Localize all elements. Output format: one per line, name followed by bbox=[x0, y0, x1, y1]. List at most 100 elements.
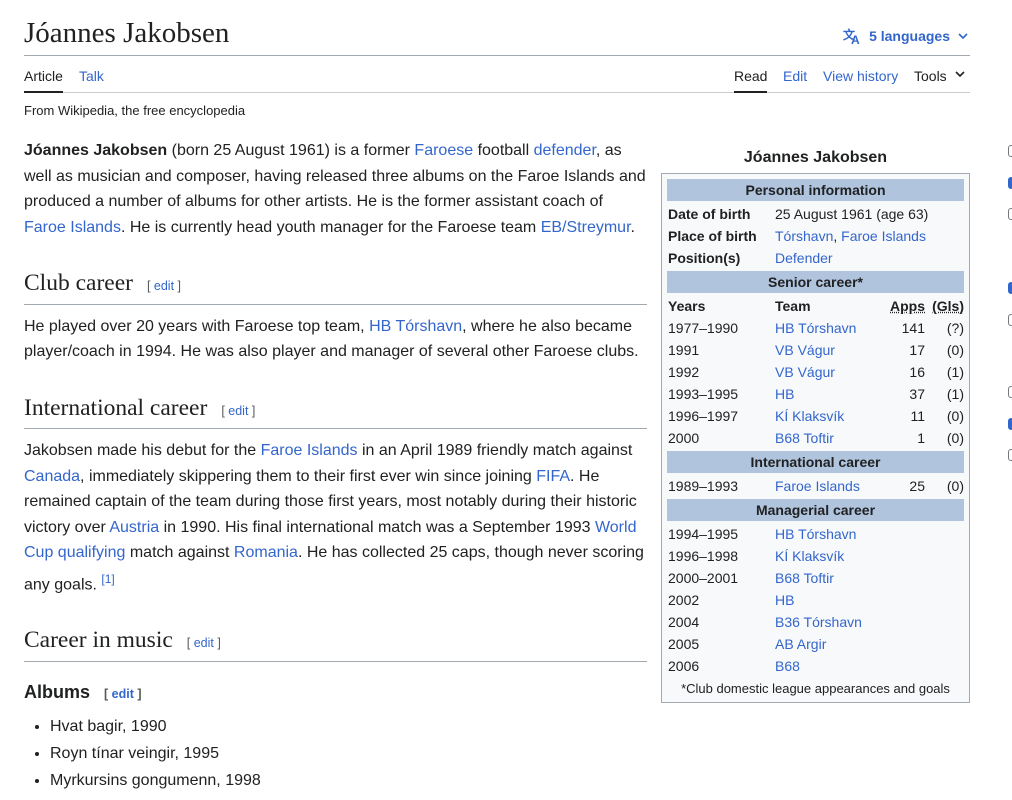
section-heading-international-career: International career [ edit ] bbox=[24, 394, 647, 429]
team-link[interactable]: B68 Toftir bbox=[775, 570, 834, 586]
list-item: Myrkursins gongumenn, 1998 bbox=[50, 767, 647, 794]
link-faroe-islands[interactable]: Faroe Islands bbox=[24, 219, 121, 236]
team-link[interactable]: B36 Tórshavn bbox=[775, 614, 862, 630]
apps: 37 bbox=[909, 386, 925, 402]
career-row: 1996–1997 KÍ Klaksvík 11 (0) bbox=[667, 405, 964, 427]
list-item: Hvat bagir, 1990 bbox=[50, 713, 647, 740]
career-row: 2005 AB Argir bbox=[667, 633, 964, 655]
text: . bbox=[630, 218, 635, 236]
link-faroese[interactable]: Faroese bbox=[414, 142, 473, 159]
years: 1996–1997 bbox=[668, 408, 739, 424]
section-edit: [ edit ] bbox=[186, 636, 221, 651]
team-link[interactable]: HB Tórshavn bbox=[775, 320, 856, 336]
years: 2005 bbox=[668, 636, 700, 652]
tab-read[interactable]: Read bbox=[734, 67, 768, 93]
career-row: 2004 B36 Tórshavn bbox=[667, 611, 964, 633]
team-link[interactable]: KÍ Klaksvík bbox=[775, 408, 844, 424]
tab-edit[interactable]: Edit bbox=[783, 67, 807, 91]
tools-menu[interactable]: Tools bbox=[914, 67, 967, 91]
tab-article[interactable]: Article bbox=[24, 67, 63, 93]
col-gls[interactable]: (Gls) bbox=[925, 295, 964, 317]
link-eb-streymur[interactable]: EB/Streymur bbox=[541, 219, 631, 236]
years: 2000–2001 bbox=[668, 570, 739, 586]
team-cell: B68 Toftir bbox=[775, 567, 885, 589]
radio-icon[interactable] bbox=[1008, 449, 1012, 461]
chevron-down-icon bbox=[956, 29, 970, 43]
section-edit: [ edit ] bbox=[104, 686, 142, 701]
section-heading-club-career: Club career [ edit ] bbox=[24, 270, 647, 305]
link-austria[interactable]: Austria bbox=[109, 519, 159, 536]
goals: (0) bbox=[946, 478, 964, 494]
link-defender[interactable]: Defender bbox=[775, 250, 833, 266]
years: 2002 bbox=[668, 592, 700, 608]
languages-button[interactable]: 文A 5 languages bbox=[843, 24, 970, 48]
years: 1977–1990 bbox=[668, 320, 739, 336]
team-link[interactable]: VB Vágur bbox=[775, 364, 835, 380]
radio-icon[interactable] bbox=[1008, 177, 1012, 189]
team-link[interactable]: HB bbox=[775, 592, 794, 608]
link-romania[interactable]: Romania bbox=[234, 544, 298, 561]
separator: , bbox=[833, 228, 842, 244]
goals: (0) bbox=[946, 342, 964, 358]
link-fifa[interactable]: FIFA bbox=[536, 468, 570, 485]
radio-icon[interactable] bbox=[1008, 314, 1012, 326]
edit-link[interactable]: edit bbox=[112, 687, 134, 701]
team-cell: HB bbox=[775, 383, 885, 405]
title-bar: Jóannes Jakobsen 文A 5 languages bbox=[24, 0, 970, 56]
radio-icon[interactable] bbox=[1008, 386, 1012, 398]
edit-link[interactable]: edit bbox=[228, 404, 248, 418]
link-hb-torshavn[interactable]: HB Tórshavn bbox=[369, 318, 462, 335]
team-cell: AB Argir bbox=[775, 633, 885, 655]
edit-link[interactable]: edit bbox=[154, 279, 174, 293]
link-faroe-islands[interactable]: Faroe Islands bbox=[841, 228, 926, 244]
goals: (0) bbox=[946, 430, 964, 446]
team-link[interactable]: B68 Toftir bbox=[775, 430, 834, 446]
radio-icon[interactable] bbox=[1008, 282, 1012, 294]
team-link[interactable]: KÍ Klaksvík bbox=[775, 548, 844, 564]
apps: 25 bbox=[909, 478, 925, 494]
tab-talk[interactable]: Talk bbox=[79, 67, 104, 91]
radio-icon[interactable] bbox=[1008, 208, 1012, 220]
team-cell: KÍ Klaksvík bbox=[775, 405, 885, 427]
team-cell: Faroe Islands bbox=[775, 475, 885, 497]
tools-label: Tools bbox=[914, 68, 947, 84]
senior-career-rows: 1977–1990 HB Tórshavn 141 (?) 1991 VB Vágur 17… bbox=[667, 317, 964, 449]
link-faroe-islands[interactable]: Faroe Islands bbox=[261, 442, 358, 459]
managerial-career-rows: 1994–1995 HB Tórshavn 1996–1998 KÍ Klaksvík… bbox=[667, 523, 964, 677]
team-link[interactable]: HB Tórshavn bbox=[775, 526, 856, 542]
team-link[interactable]: VB Vágur bbox=[775, 342, 835, 358]
years: 1996–1998 bbox=[668, 548, 739, 564]
apps: 16 bbox=[909, 364, 925, 380]
heading-text: International career bbox=[24, 394, 208, 421]
career-row: 1993–1995 HB 37 (1) bbox=[667, 383, 964, 405]
page-tabs: Article Talk Read Edit View history Tool… bbox=[24, 56, 970, 93]
translate-icon: 文A bbox=[843, 27, 863, 45]
radio-icon[interactable] bbox=[1008, 418, 1012, 430]
infobox: Personal information Date of birth 25 Au… bbox=[661, 173, 970, 703]
infobox-footnote: *Club domestic league appearances and go… bbox=[681, 681, 950, 696]
team-cell: B68 Toftir bbox=[775, 427, 885, 449]
tab-view-history[interactable]: View history bbox=[823, 67, 898, 91]
value: Tórshavn, Faroe Islands bbox=[775, 225, 964, 247]
infobox-row-position: Position(s) Defender bbox=[667, 247, 964, 269]
reference-link[interactable]: [1] bbox=[101, 572, 114, 586]
team-cell: B68 bbox=[775, 655, 885, 677]
link-defender[interactable]: defender bbox=[534, 142, 596, 159]
apps: 141 bbox=[901, 320, 925, 336]
team-link[interactable]: Faroe Islands bbox=[775, 478, 860, 494]
label: Position(s) bbox=[668, 250, 741, 266]
infobox-section-senior: Senior career* bbox=[667, 271, 964, 293]
section-edit: [ edit ] bbox=[221, 403, 256, 418]
link-canada[interactable]: Canada bbox=[24, 468, 80, 485]
team-link[interactable]: HB bbox=[775, 386, 794, 402]
team-link[interactable]: AB Argir bbox=[775, 636, 826, 652]
edit-link[interactable]: edit bbox=[194, 636, 214, 650]
link-torshavn[interactable]: Tórshavn bbox=[775, 228, 833, 244]
col-apps[interactable]: Apps bbox=[885, 295, 925, 317]
career-row: 2000 B68 Toftir 1 (0) bbox=[667, 427, 964, 449]
apps: 1 bbox=[917, 430, 925, 446]
list-item: Royn tínar veingir, 1995 bbox=[50, 740, 647, 767]
team-link[interactable]: B68 bbox=[775, 658, 800, 674]
site-subtitle: From Wikipedia, the free encyclopedia bbox=[24, 103, 246, 118]
radio-icon[interactable] bbox=[1008, 145, 1012, 157]
